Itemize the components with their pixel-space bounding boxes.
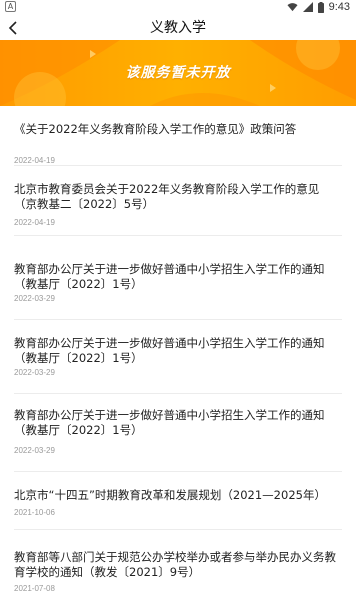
list-item-title: 教育部办公厅关于进一步做好普通中小学招生入学工作的通知（教基厅〔2022〕1号）	[14, 262, 325, 291]
list-item-date: 2022-03-29	[14, 294, 55, 303]
divider	[14, 529, 342, 530]
status-bar: A 9:43	[0, 0, 356, 14]
list-item[interactable]: 教育部办公厅关于进一步做好普通中小学招生入学工作的通知（教基厅〔2022〕1号）…	[14, 336, 342, 377]
list-item-date: 2022-04-19	[14, 218, 55, 227]
list-item-title: 《关于2022年义务教育阶段入学工作的意见》政策问答	[14, 122, 297, 136]
divider	[14, 165, 342, 166]
list-item-title: 北京市教育委员会关于2022年义务教育阶段入学工作的意见（京教基二〔2022〕5…	[14, 182, 320, 211]
status-time: 9:43	[328, 1, 350, 13]
banner-text: 该服务暂未开放	[125, 65, 231, 81]
list-item[interactable]: 教育部办公厅关于进一步做好普通中小学招生入学工作的通知（教基厅〔2022〕1号）…	[14, 262, 342, 303]
notification-badge-icon: A	[5, 1, 16, 12]
list-item-title: 北京市“十四五”时期教育改革和发展规划（2021—2025年）	[14, 488, 326, 502]
list-item-date: 2021-07-08	[14, 584, 55, 593]
divider	[14, 235, 342, 236]
chevron-left-icon	[8, 21, 17, 35]
list-item[interactable]: 《关于2022年义务教育阶段入学工作的意见》政策问答 2022-04-19	[14, 122, 342, 165]
battery-icon	[317, 1, 324, 13]
divider	[14, 471, 342, 472]
wifi-icon	[287, 3, 298, 12]
list-item-date: 2022-03-29	[14, 368, 55, 377]
list-item-title: 教育部办公厅关于进一步做好普通中小学招生入学工作的通知（教基厅〔2022〕1号）	[14, 408, 325, 437]
nav-bar: 义教入学	[0, 14, 356, 42]
signal-icon	[302, 2, 313, 12]
page-title: 义教入学	[150, 20, 206, 36]
list-item[interactable]: 北京市“十四五”时期教育改革和发展规划（2021—2025年） 2021-10-…	[14, 488, 342, 517]
divider	[14, 319, 342, 320]
status-icons: 9:43	[287, 0, 350, 14]
list-item-date: 2021-10-06	[14, 508, 55, 517]
list-item[interactable]: 北京市教育委员会关于2022年义务教育阶段入学工作的意见（京教基二〔2022〕5…	[14, 182, 342, 227]
list-item-title: 教育部等八部门关于规范公办学校举办或者参与举办民办义务教育学校的通知（教发〔20…	[14, 550, 336, 579]
service-banner: 该服务暂未开放	[0, 40, 356, 106]
list-item-title: 教育部办公厅关于进一步做好普通中小学招生入学工作的通知（教基厅〔2022〕1号）	[14, 336, 325, 365]
back-button[interactable]	[2, 14, 24, 42]
list-item[interactable]: 教育部办公厅关于进一步做好普通中小学招生入学工作的通知（教基厅〔2022〕1号）…	[14, 408, 342, 455]
divider	[14, 393, 342, 394]
list-item-date: 2022-04-19	[14, 156, 55, 165]
list-item-date: 2022-03-29	[14, 446, 55, 455]
list-item[interactable]: 教育部等八部门关于规范公办学校举办或者参与举办民办义务教育学校的通知（教发〔20…	[14, 550, 342, 593]
